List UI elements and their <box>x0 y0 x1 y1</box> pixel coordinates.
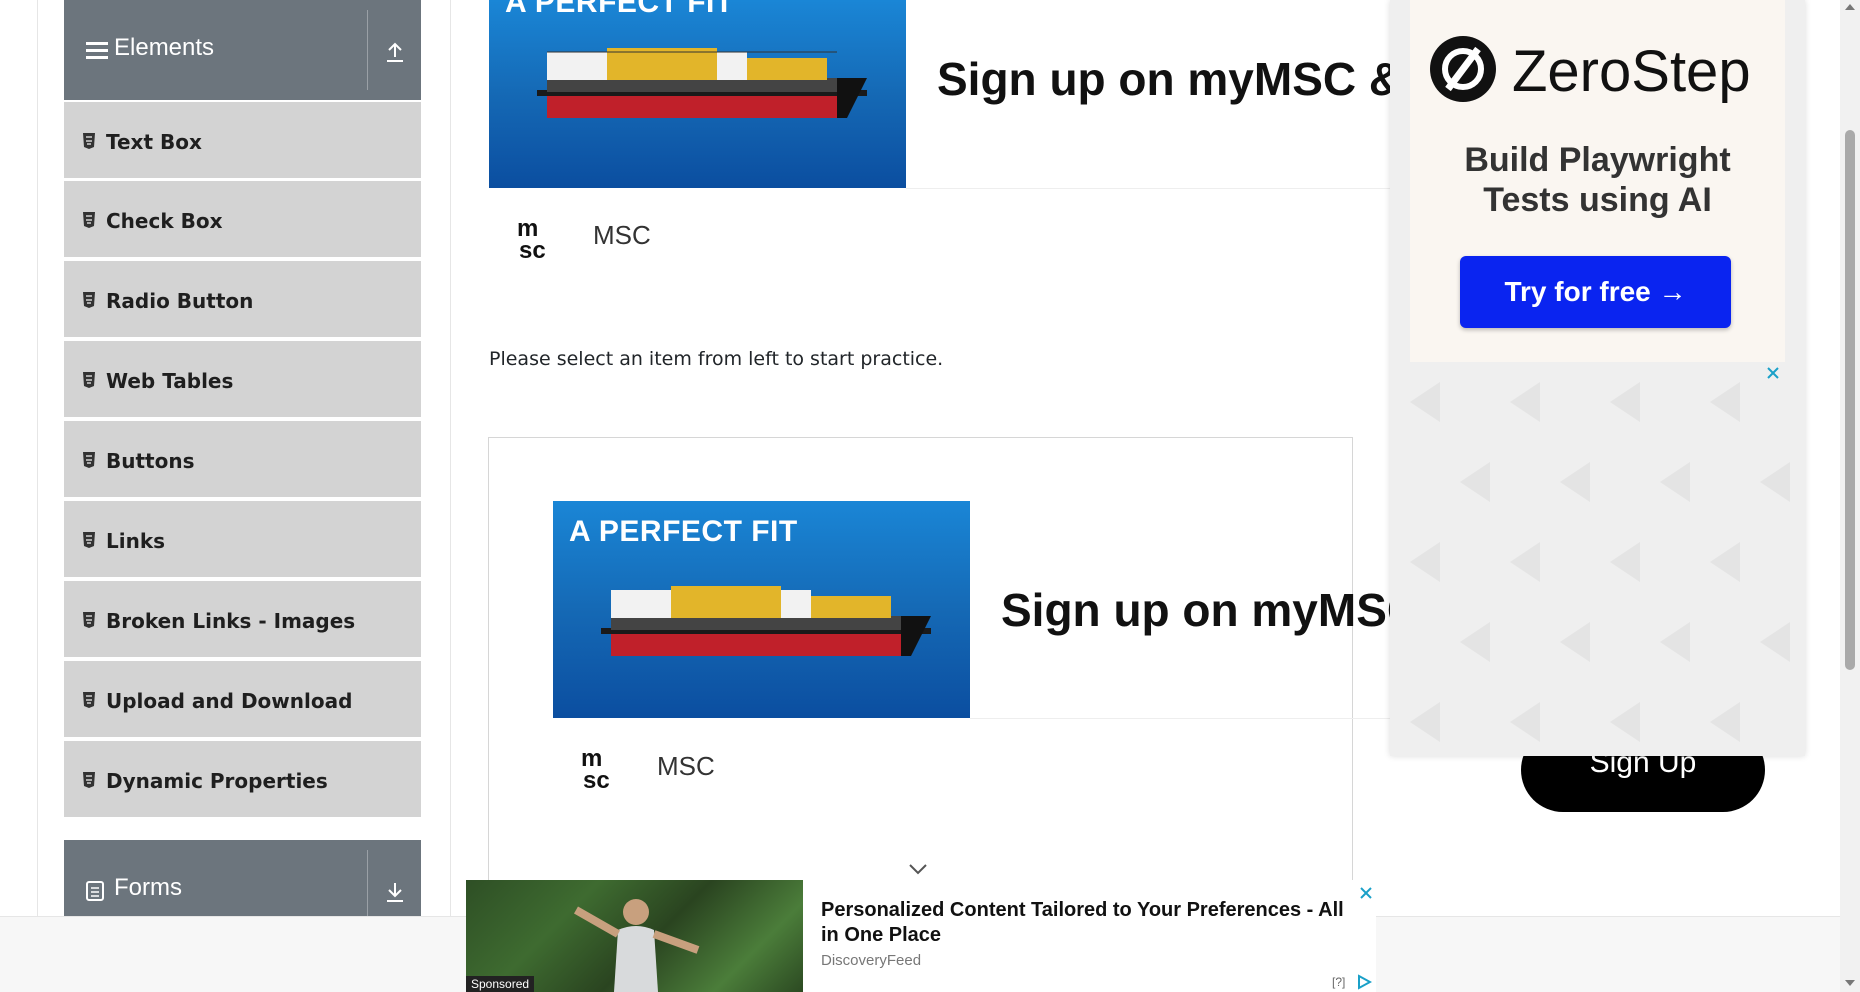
close-icon[interactable] <box>1359 886 1373 900</box>
sidebar-item-text-box[interactable]: Text Box <box>64 101 421 179</box>
sidebar-item-broken-links[interactable]: Broken Links - Images <box>64 580 421 658</box>
sidebar-item-label: Text Box <box>106 130 202 154</box>
ad-title[interactable]: Personalized Content Tailored to Your Pr… <box>821 898 1366 948</box>
ad-headline[interactable]: Sign up on myMSC & B <box>937 52 1392 106</box>
ad-photo: Sponsored <box>466 880 803 992</box>
sidebar-item-label: Radio Button <box>106 289 254 313</box>
person-illustration <box>574 899 700 992</box>
ship-illustration <box>601 586 931 656</box>
html5-icon <box>83 452 95 468</box>
hamburger-icon <box>86 42 108 60</box>
msc-logo-icon: m sc <box>517 215 546 262</box>
zerostep-brand: ZeroStep <box>1512 39 1751 104</box>
scroll-up-icon[interactable] <box>1844 2 1856 12</box>
ad-background-pattern <box>1410 382 1790 742</box>
scroll-down-icon[interactable] <box>1844 978 1856 988</box>
scrollbar-thumb[interactable] <box>1845 130 1855 670</box>
ad-divider <box>906 188 1390 189</box>
close-icon[interactable] <box>1766 366 1780 380</box>
html5-icon <box>83 372 95 388</box>
ad-banner-image[interactable]: A PERFECT FIT <box>489 0 906 188</box>
page-scrollbar[interactable] <box>1840 0 1860 992</box>
sponsored-label: Sponsored <box>466 976 535 992</box>
ad-tag-text: A PERFECT FIT <box>569 515 798 548</box>
adchoices-icon[interactable] <box>1356 974 1372 990</box>
ship-illustration <box>537 48 867 118</box>
sidebar-item-label: Web Tables <box>106 369 234 393</box>
ad-brand-name: MSC <box>593 220 651 250</box>
sidebar-item-label: Buttons <box>106 449 195 473</box>
html5-icon <box>83 292 95 308</box>
ad-info-link[interactable]: [?] <box>1332 975 1345 989</box>
msc-logo-icon: m sc <box>581 745 610 792</box>
sidebar-item-label: Broken Links - Images <box>106 609 356 633</box>
ad-source: DiscoveryFeed <box>821 952 922 969</box>
html5-icon <box>83 532 95 548</box>
header-divider <box>367 10 368 90</box>
document-icon <box>86 881 104 901</box>
sidebar-item-dynamic-properties[interactable]: Dynamic Properties <box>64 740 421 818</box>
svg-text:sc: sc <box>583 767 610 792</box>
try-for-free-button[interactable]: Try for free → <box>1460 256 1731 328</box>
html5-icon <box>83 612 95 628</box>
ad-brand-name: MSC <box>657 751 715 781</box>
sidebar-item-check-box[interactable]: Check Box <box>64 180 421 258</box>
sidebar-item-label: Links <box>106 529 166 553</box>
ad-headline[interactable]: Sign up on myMSC <box>1001 583 1390 637</box>
forms-header-label: Forms <box>114 874 182 901</box>
sidebar-item-label: Dynamic Properties <box>106 769 328 793</box>
sidebar-item-buttons[interactable]: Buttons <box>64 420 421 498</box>
forms-group-header[interactable]: Forms <box>64 840 421 920</box>
chevron-down-icon[interactable] <box>908 862 928 876</box>
sidebar-item-label: Check Box <box>106 209 223 233</box>
sidebar-item-upload-download[interactable]: Upload and Download <box>64 660 421 738</box>
zerostep-ad[interactable]: ZeroStep Build Playwright Tests using AI… <box>1390 0 1805 756</box>
collapse-up-icon[interactable] <box>383 40 407 64</box>
html5-icon <box>83 133 95 149</box>
sponsored-ad[interactable]: Sponsored Personalized Content Tailored … <box>466 880 1376 992</box>
html5-icon <box>83 212 95 228</box>
sidebar-item-web-tables[interactable]: Web Tables <box>64 340 421 418</box>
elements-group-header[interactable]: Elements <box>64 0 421 100</box>
practice-instructions: Please select an item from left to start… <box>489 348 944 370</box>
zerostep-subtitle: Build Playwright Tests using AI <box>1390 140 1805 220</box>
ad-divider <box>970 718 1390 719</box>
svg-text:sc: sc <box>519 237 546 262</box>
header-divider <box>367 850 368 920</box>
sidebar-item-label: Upload and Download <box>106 689 353 713</box>
elements-header-label: Elements <box>114 34 215 61</box>
html5-icon <box>83 692 95 708</box>
subtitle-line-2: Tests using AI <box>1483 181 1712 219</box>
html5-icon <box>83 772 95 788</box>
ad-tag-text: A PERFECT FIT <box>505 0 734 19</box>
expand-down-icon[interactable] <box>383 880 407 904</box>
ad-banner-image[interactable]: A PERFECT FIT <box>553 501 970 718</box>
subtitle-line-1: Build Playwright <box>1464 141 1731 179</box>
zerostep-logo-icon <box>1430 36 1496 102</box>
sidebar-item-links[interactable]: Links <box>64 500 421 578</box>
sidebar-item-radio-button[interactable]: Radio Button <box>64 260 421 338</box>
